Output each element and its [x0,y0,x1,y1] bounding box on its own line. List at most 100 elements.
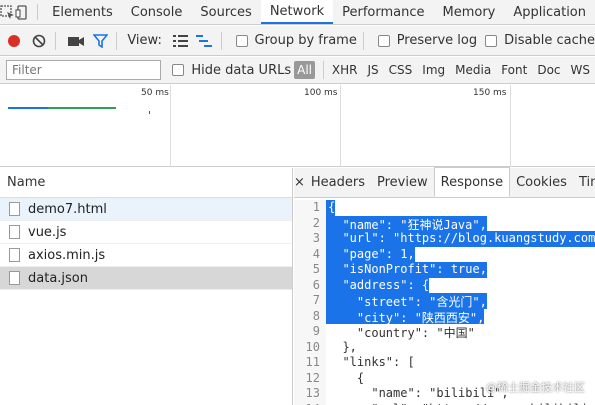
code-text: "isNonProfit": true, [326,262,487,278]
code-text: { [326,200,336,216]
hide-data-urls-label: Hide data URLs [191,62,292,78]
script-file-icon [9,225,20,239]
watermark-text: @稀土掘金技术社区 [486,381,585,394]
request-row[interactable]: demo7.html [0,198,292,221]
network-toolbar: View: Group by frame Preserve log Disabl… [0,26,595,56]
code-line: 6 "address": { [294,277,595,293]
line-number: 14 [294,401,326,405]
code-text: { [328,370,365,385]
timeline-gridline [340,85,341,167]
timeline-tick-label: 50 ms [141,88,169,98]
line-number: 9 [294,324,326,340]
code-line: 8 "city": "陕西西安", [294,308,595,325]
hide-data-urls-checkbox[interactable]: Hide data URLs [172,63,291,78]
waterfall-overview-icon[interactable] [194,29,214,53]
code-line: 1{ [294,200,595,216]
code-text: "name": "狂神说Java", [326,215,487,232]
request-name: vue.js [28,224,67,240]
filter-input[interactable]: Filter [6,60,162,80]
filter-type-img[interactable]: Img [422,63,445,77]
filter-type-media[interactable]: Media [455,63,491,77]
checkbox-box[interactable] [485,34,498,47]
filter-type-all[interactable]: All [294,61,316,79]
code-line: 2 "name": "狂神说Java", [294,215,595,232]
code-text: "url": "https://blog.kuangstudy.com [326,231,595,247]
request-row[interactable]: data.json [0,267,292,290]
json-file-icon [9,271,20,285]
filter-type-doc[interactable]: Doc [537,63,560,77]
code-text: "address": { [326,277,430,293]
request-row[interactable]: axios.min.js [0,244,292,267]
line-number: 6 [294,277,326,293]
devtools-tabbar: Elements Console Sources Network Perform… [0,0,595,25]
tab-console[interactable]: Console [122,0,192,24]
device-toolbar-icon[interactable] [15,0,30,24]
name-column-header[interactable]: Name [0,168,292,198]
preserve-log-checkbox[interactable]: Preserve log [377,33,477,48]
timeline-request-bar [48,107,116,109]
tab-network[interactable]: Network [260,0,334,24]
line-number: 10 [294,339,326,355]
group-by-frame-checkbox[interactable]: Group by frame [235,33,357,48]
timeline-tick-label: 150 ms [473,88,507,98]
tab-cookies[interactable]: Cookies [510,167,573,197]
request-name: data.json [28,270,88,286]
detail-tabs: × Headers Preview Response Cookies Timin… [294,167,595,198]
filter-funnel-icon[interactable] [90,29,110,53]
timeline-request-bar [149,111,150,114]
tab-elements[interactable]: Elements [43,0,122,24]
toolbar-divider [116,31,118,50]
toolbar-divider [54,31,56,50]
checkbox-box[interactable] [377,34,390,47]
timeline-gridline [510,85,511,167]
line-number: 3 [294,231,326,247]
request-name: axios.min.js [28,247,106,263]
code-line: 11 "links": [ [294,355,595,371]
tab-timing[interactable]: Timing [573,167,595,197]
code-text: "links": [ [328,355,415,369]
line-number: 4 [294,246,326,262]
code-line: 5 "isNonProfit": true, [294,262,595,278]
code-text: }, [328,339,357,354]
request-name: demo7.html [28,201,107,217]
tab-headers[interactable]: Headers [305,167,371,197]
tab-application[interactable]: Application [504,0,595,24]
large-rows-icon[interactable] [170,29,190,53]
filter-type-css[interactable]: CSS [389,63,413,77]
checkbox-box[interactable] [235,34,248,47]
code-line: 3 "url": "https://blog.kuangstudy.com [294,231,595,247]
request-row[interactable]: vue.js [0,221,292,244]
tab-response[interactable]: Response [433,167,511,197]
code-text: "name": "bilibili", [328,386,509,400]
record-button[interactable] [4,29,24,53]
line-number: 5 [294,262,326,278]
checkbox-box[interactable] [172,64,185,76]
request-list: Name demo7.html vue.js axios.min.js data… [0,168,293,405]
line-number: 2 [294,215,326,231]
tab-performance[interactable]: Performance [333,0,433,24]
filter-type-js[interactable]: JS [368,63,379,77]
close-icon[interactable]: × [294,167,305,197]
line-number: 13 [294,386,326,402]
inspect-element-icon[interactable] [0,0,15,24]
tab-memory[interactable]: Memory [433,0,504,24]
request-detail-pane: × Headers Preview Response Cookies Timin… [294,167,595,405]
view-label: View: [127,33,162,48]
toolbar-divider [36,4,38,20]
tab-sources[interactable]: Sources [191,0,260,24]
line-number: 12 [294,370,326,386]
response-code-view[interactable]: 1{2 "name": "狂神说Java", 3 "url": "https://… [294,200,595,405]
filter-type-font[interactable]: Font [501,63,527,77]
filter-type-xhr[interactable]: XHR [332,63,358,77]
code-line: 4 "page": 1, [294,246,595,262]
code-text: "city": "陕西西安", [326,308,485,325]
disable-cache-checkbox[interactable]: Disable cache [485,33,595,48]
filter-type-ws[interactable]: WS [571,63,590,77]
tab-preview[interactable]: Preview [371,167,434,197]
timeline-overview[interactable]: 50 ms 100 ms 150 ms [0,85,595,167]
script-file-icon [9,248,20,262]
clear-button[interactable] [28,29,48,53]
screenshots-camera-icon[interactable] [66,29,86,53]
timeline-request-bar [8,107,48,109]
code-text: "country": "中国" [328,326,475,340]
